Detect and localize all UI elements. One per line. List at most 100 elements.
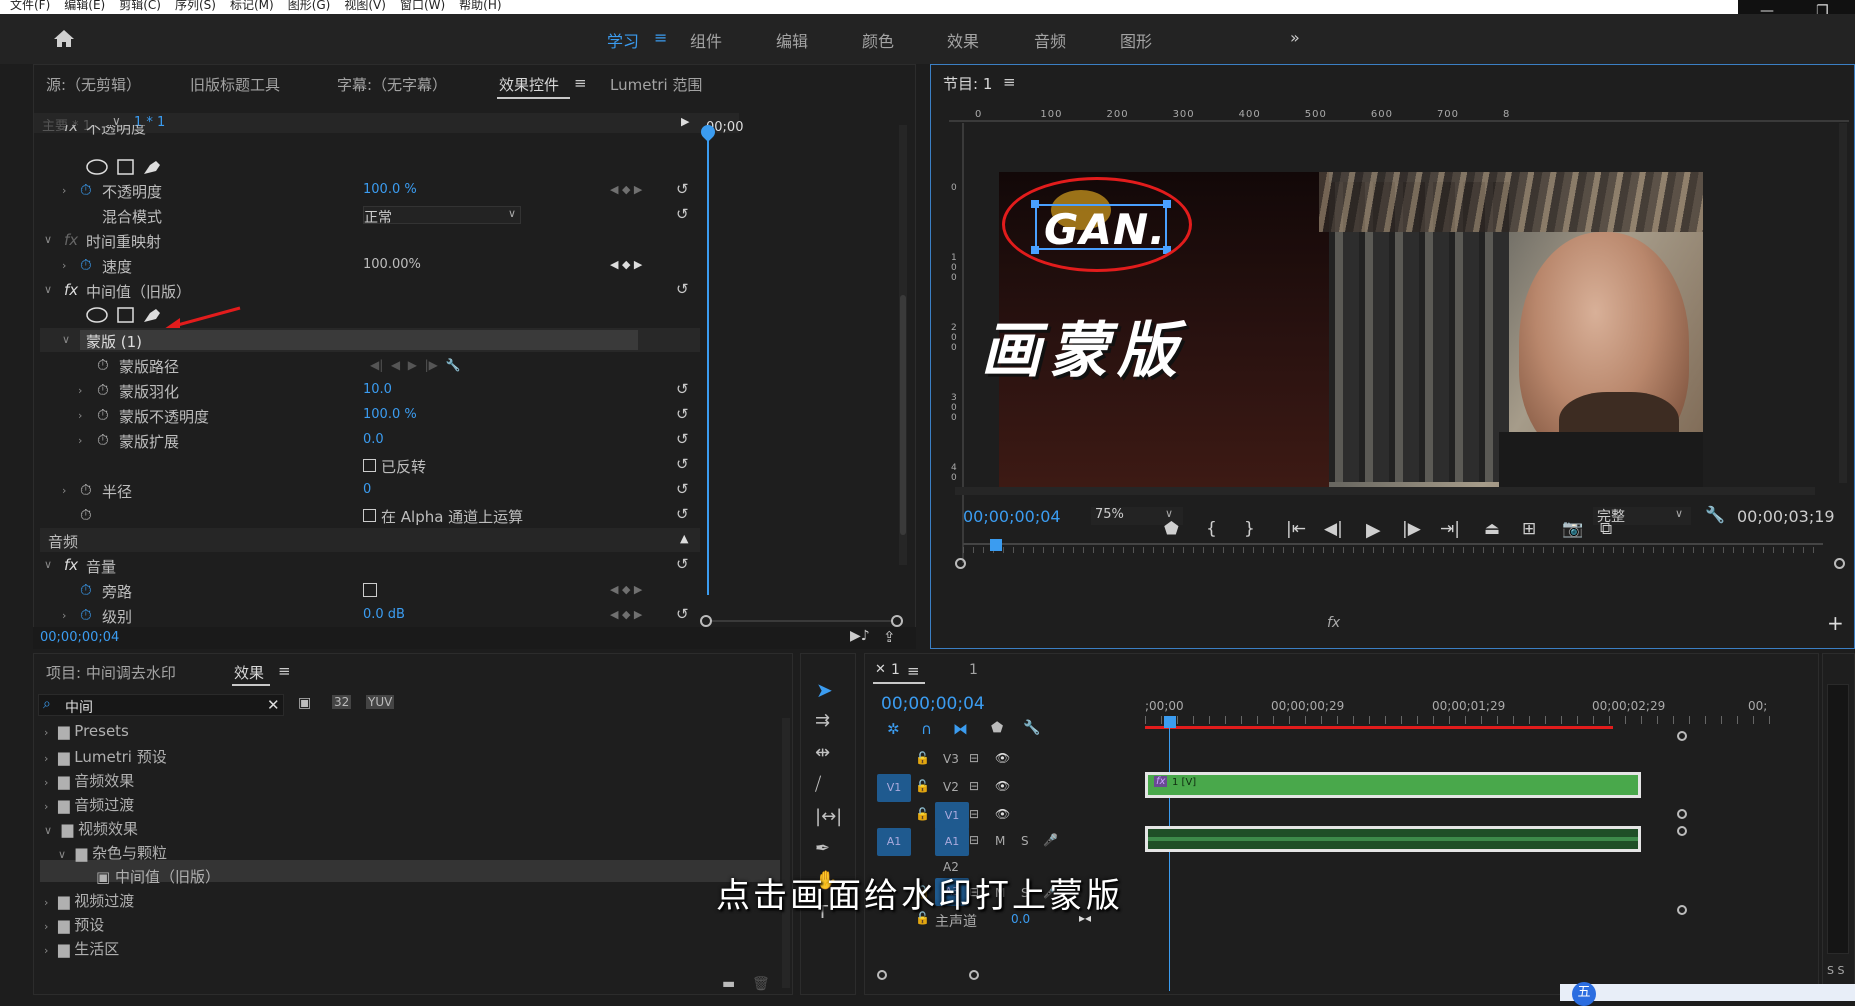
clear-search-icon[interactable]: ✕ [267,696,280,714]
menu-edit[interactable]: 编辑(E) [64,0,105,11]
reset-icon[interactable]: ↺ [676,405,689,423]
stopwatch-icon[interactable]: ⏱ [80,256,92,274]
inverted-checkbox[interactable] [363,459,376,472]
rectangle-mask-icon[interactable] [117,307,134,323]
ec-playhead-line[interactable] [707,125,709,595]
go-to-out-icon[interactable]: ⇥| [1440,519,1460,539]
sync-lock-icon[interactable]: ⊟ [969,807,979,821]
workspace-assembly[interactable]: 组件 [690,28,722,52]
stopwatch-icon[interactable]: ⏱ [80,181,92,199]
reset-icon[interactable]: ↺ [676,605,689,623]
collapse-up-icon[interactable]: ▲ [680,532,688,545]
source-patch-a1[interactable]: A1 [877,828,911,856]
tab-lumetri-scopes[interactable]: Lumetri 范围 [610,74,702,95]
reset-icon[interactable]: ↺ [676,455,689,473]
fx-toggle-icon[interactable]: fx [1327,615,1340,631]
delete-icon[interactable]: 🗑 [752,976,770,992]
ime-logo[interactable]: 五 [1572,982,1596,1006]
ellipse-mask-icon[interactable] [86,159,108,175]
source-patch-v1[interactable]: V1 [877,774,911,802]
program-zoom-right[interactable] [1834,558,1845,569]
video-clip-v2[interactable]: fx 1 [V] [1145,772,1641,798]
tab-source[interactable]: 源:（无剪辑） [46,74,141,95]
reset-icon[interactable]: ↺ [676,205,689,223]
lift-icon[interactable]: ⏏ [1484,519,1500,539]
fx-icon[interactable]: fx [64,231,78,249]
keyframe-nav-icon[interactable]: ◀ ◆ ▶ [610,608,642,621]
stopwatch-icon[interactable]: ⏱ [97,406,109,424]
mic-icon[interactable]: 🎤 [1043,833,1058,847]
search-input[interactable]: 中间 [65,697,93,717]
vertical-zoom-handle[interactable] [1677,809,1687,819]
workspace-graphics[interactable]: 图形 [1120,28,1152,52]
new-bin-icon[interactable]: ▬ [722,976,735,992]
tree-item-noise-grain[interactable]: ∨ ▆ 杂色与颗粒 [58,842,167,863]
ellipse-mask-icon[interactable] [86,307,108,323]
home-icon[interactable] [53,28,75,48]
panel-menu-icon[interactable]: ≡ [907,662,920,680]
lock-icon[interactable]: 🔓 [915,751,930,765]
yuv-effects-icon[interactable]: YUV [366,695,395,709]
wrench-icon[interactable]: 🔧 [1705,505,1725,524]
export-icon[interactable]: ⇪ [883,628,896,646]
radius-value[interactable]: 0 [363,482,371,497]
mask-expansion-value[interactable]: 0.0 [363,432,384,447]
stopwatch-icon[interactable]: ⏱ [97,381,109,399]
work-area-bar[interactable] [1145,726,1613,729]
stopwatch-icon[interactable]: ⏱ [80,506,92,524]
mark-in-icon[interactable]: { [1206,519,1217,539]
zoom-handle-left[interactable] [700,615,712,627]
track-select-tool-icon[interactable]: ⇉ [815,710,830,731]
alpha-checkbox[interactable] [363,509,376,522]
panel-menu-icon[interactable]: ≡ [278,662,291,680]
add-marker-icon[interactable]: ⬟ [1164,519,1179,539]
vertical-zoom-handle[interactable] [1677,731,1687,741]
pen-mask-icon[interactable] [144,161,160,174]
eye-icon[interactable]: 👁 [995,779,1010,793]
program-current-time[interactable]: 00;00;00;04 [963,507,1061,526]
step-back-icon[interactable]: ◀| [1324,519,1343,539]
program-title[interactable]: 节目: 1 [943,73,992,94]
audio-clip-a1[interactable] [1145,826,1641,852]
rectangle-mask-icon[interactable] [117,159,134,175]
tab-sequence-1[interactable]: 1 [891,662,900,678]
selection-tool-icon[interactable]: ➤ [816,678,833,702]
eye-icon[interactable]: 👁 [995,807,1010,821]
tab-captions[interactable]: 字幕:（无字幕） [337,74,447,95]
close-tab-icon[interactable]: ✕ [875,662,886,677]
tree-item-presets[interactable]: › ▆ Presets [44,722,129,740]
meter-solo-labels[interactable]: S S [1827,964,1844,977]
timeline-current-time[interactable]: 00;00;00;04 [881,694,985,714]
eye-icon[interactable]: 👁 [995,751,1010,765]
keyframe-nav-icon[interactable]: ◀ ◆ ▶ [610,183,642,196]
menu-graphics[interactable]: 图形(G) [288,0,331,11]
ec-scrollbar[interactable] [899,125,907,565]
mask-track-controls[interactable]: ◀| ◀ ▶ |▶ 🔧 [370,358,460,372]
tree-item-median-legacy[interactable]: ▣ 中间值（旧版） [96,866,220,887]
sync-lock-icon[interactable]: ⊟ [969,751,979,765]
effects-search-field[interactable]: ⌕ 中间 ✕ [38,694,284,716]
menu-view[interactable]: 视图(V) [344,0,386,11]
snap-icon[interactable]: ∩ [921,720,932,738]
pen-tool-icon[interactable]: ✒ [815,838,830,859]
slip-tool-icon[interactable]: |↔| [815,806,842,827]
tab-legacy-title[interactable]: 旧版标题工具 [190,74,280,95]
accelerated-effects-icon[interactable]: ▣ [298,695,311,711]
stopwatch-icon[interactable]: ⏱ [97,431,109,449]
ec-current-time[interactable]: 00;00;00;04 [40,630,119,645]
fx-icon[interactable]: fx [64,556,78,574]
mask-opacity-value[interactable]: 100.0 % [363,407,417,422]
wrench-icon[interactable]: 🔧 [1023,720,1040,736]
tab-menu-icon[interactable]: ≡ [574,74,587,92]
ec-zoom-bar[interactable] [712,620,892,622]
keyframe-nav-icon[interactable]: ◀ ◆ ▶ [610,583,642,596]
add-button-icon[interactable]: + [1827,611,1844,635]
linked-selection-icon[interactable]: ⧓ [953,720,968,738]
bypass-checkbox[interactable] [363,583,377,597]
monitor-scrollbar[interactable] [1839,123,1847,483]
reset-icon[interactable]: ↺ [676,480,689,498]
reset-icon[interactable]: ↺ [676,380,689,398]
scrub-bar[interactable] [963,543,1823,545]
solo-button[interactable]: S [1021,834,1029,848]
panel-menu-icon[interactable]: ≡ [1003,73,1016,91]
